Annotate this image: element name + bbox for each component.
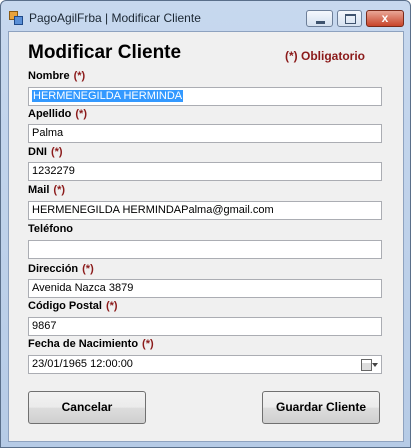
minimize-button[interactable] [306,10,333,27]
save-client-button[interactable]: Guardar Cliente [262,391,380,424]
mail-label: Mail (*) [28,184,66,196]
fecha-nacimiento-value: 23/01/1965 12:00:00 [32,358,133,370]
dni-input[interactable]: 1232279 [28,162,382,181]
window-title: PagoAgilFrba | Modificar Cliente [29,11,201,25]
page-title: Modificar Cliente [28,42,182,63]
dni-label: DNI (*) [28,146,63,158]
apellido-input[interactable]: Palma [28,124,382,143]
fecha-nacimiento-label: Fecha de Nacimiento (*) [28,338,154,350]
maximize-icon [345,14,356,24]
telefono-input[interactable] [28,240,382,259]
nombre-label: Nombre (*) [28,70,86,82]
title-bar[interactable]: PagoAgilFrba | Modificar Cliente x [1,1,410,31]
required-note: (*) Obligatorio [285,49,365,63]
form-panel: Modificar Cliente (*) Obligatorio Nombre… [8,31,404,442]
app-window: PagoAgilFrba | Modificar Cliente x Modif… [0,0,411,448]
direccion-input[interactable]: Avenida Nazca 3879 [28,279,382,298]
direccion-label: Dirección (*) [28,263,94,275]
maximize-button[interactable] [337,10,362,27]
calendar-dropdown-icon[interactable] [361,359,378,371]
fecha-nacimiento-picker[interactable]: 23/01/1965 12:00:00 [28,355,382,374]
mail-input[interactable]: HERMENEGILDA HERMINDAPalma@gmail.com [28,201,382,220]
apellido-label: Apellido (*) [28,108,87,120]
nombre-input[interactable]: HERMENEGILDA HERMINDA [28,87,382,106]
telefono-label: Teléfono [28,223,74,235]
close-icon: x [381,11,389,25]
minimize-icon [316,21,325,24]
close-button[interactable]: x [366,10,404,27]
app-icon[interactable] [9,11,23,25]
codigo-postal-input[interactable]: 9867 [28,317,382,336]
cancel-button[interactable]: Cancelar [28,391,146,424]
codigo-postal-label: Código Postal (*) [28,300,118,312]
